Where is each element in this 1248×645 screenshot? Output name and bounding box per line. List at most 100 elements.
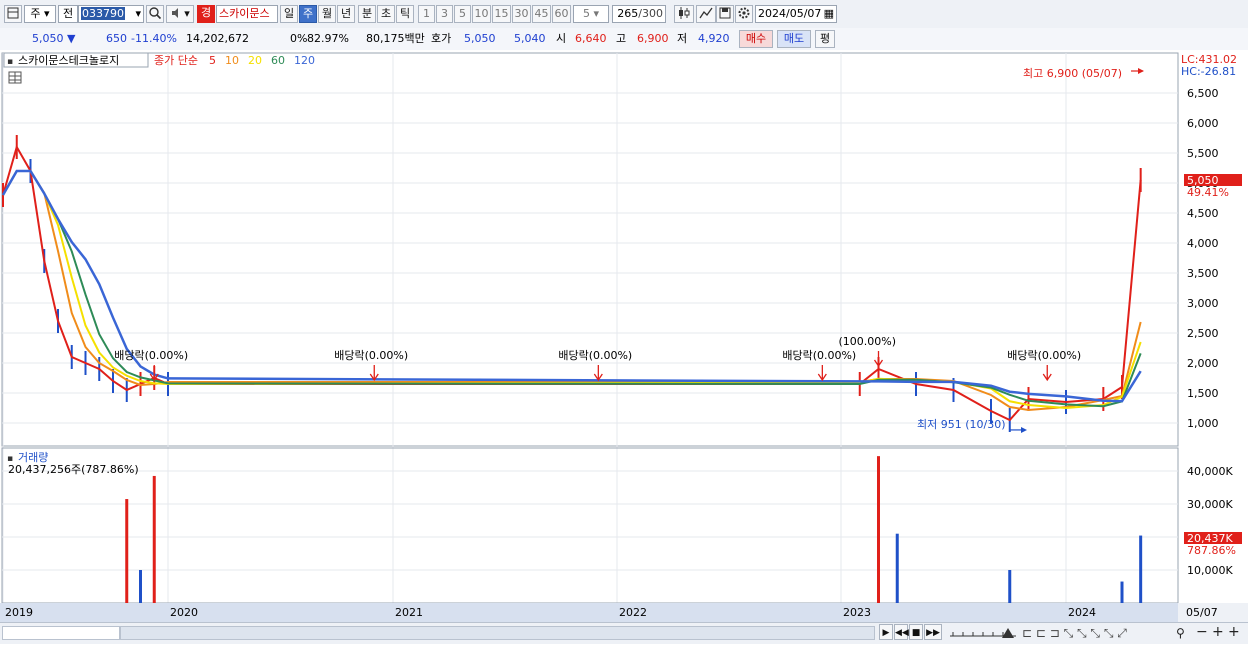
volume-tick-label: 10,000K (1187, 564, 1233, 577)
minute-option-button[interactable]: 45 (532, 5, 551, 23)
x-tick-label: 2019 (5, 606, 33, 619)
save-icon[interactable] (716, 5, 734, 23)
gear-icon[interactable] (735, 5, 753, 23)
minute-option-button[interactable]: 10 (472, 5, 491, 23)
count-total: /300 (638, 7, 663, 20)
fast-forward-icon[interactable]: ▶▶ (924, 624, 942, 640)
interval-tick-button[interactable]: 틱 (396, 5, 414, 23)
price-change-pct-value: -11.40% (131, 32, 177, 45)
current-price: 5,050 ▼ (32, 31, 75, 47)
volume-bar (895, 533, 899, 603)
interval-minute-button[interactable]: 분 (358, 5, 376, 23)
market-type-select[interactable]: 주 ▾ (24, 5, 56, 23)
crosshair-icon[interactable]: + (1212, 624, 1224, 640)
chart-kind-button[interactable]: 전 (58, 5, 78, 23)
rewind-icon[interactable]: ◀◀ (894, 624, 909, 640)
ma-legend-item: 120 (294, 54, 315, 67)
price-tick-label: 1,000 (1187, 417, 1219, 430)
price-tick-label: 3,000 (1187, 297, 1219, 310)
turnover-ratio-value: 82.97% (307, 32, 349, 45)
ma-legend-item: 5 (209, 54, 216, 67)
price-tick-label: 4,500 (1187, 207, 1219, 220)
layout-icon[interactable] (4, 5, 22, 23)
warning-pill-label: 경 (200, 6, 212, 19)
price-tick-label: 4,000 (1187, 237, 1219, 250)
event-label: 배당락(0.00%) (782, 349, 856, 362)
calendar-icon[interactable]: ▦ (824, 6, 834, 22)
evaluate-button-label: 평 (819, 32, 831, 45)
scroll-thumb[interactable] (120, 626, 875, 640)
turnover-ratio: 82.97% (307, 31, 349, 47)
minute-option-label: 3 (441, 7, 448, 20)
bid-price-value: 5,040 (514, 32, 546, 45)
minute-option-button[interactable]: 30 (512, 5, 531, 23)
price-tick-label: 6,500 (1187, 87, 1219, 100)
volume-bar (139, 570, 142, 603)
period-label: 주 (302, 7, 314, 20)
stop-icon[interactable]: ■ (909, 624, 923, 640)
speaker-icon[interactable]: ▾ (166, 5, 194, 23)
volume-bar (152, 475, 156, 603)
down-arrow-icon: ▼ (67, 32, 76, 45)
draw-tools-icon[interactable]: ⊏ ⊏ ⊐ ⤡ ⤡ ⤡ ⤡ ⤢ (1022, 625, 1127, 641)
x-tick-label: 2022 (619, 606, 647, 619)
zoom-out-icon[interactable]: − (1196, 624, 1208, 640)
stock-chart[interactable]: 6,5006,0005,5005,0004,5004,0003,5003,000… (0, 50, 1248, 622)
stock-code-input[interactable]: 033790 ▾ (78, 5, 144, 23)
minute-option-button[interactable]: 15 (492, 5, 511, 23)
period-year-button[interactable]: 년 (337, 5, 355, 23)
evaluate-button[interactable]: 평 (815, 30, 835, 48)
volume-bar (1120, 581, 1124, 603)
price-tick-label: 6,000 (1187, 117, 1219, 130)
stock-name-field[interactable]: 스카이문스 (216, 5, 278, 23)
price-tick-label: 1,500 (1187, 387, 1219, 400)
chart-status-bar: ▶ ◀◀ ■ ▶▶ ⊏ ⊏ ⊐ ⤡ ⤡ ⤡ ⤡ ⤢ ⚲ − + + (0, 622, 1248, 644)
x-last-label: 05/07 (1186, 606, 1218, 619)
minute-option-label: 1 (423, 7, 430, 20)
trade-amount-value: 80,175백만 (366, 32, 425, 45)
price-tick-label: 2,000 (1187, 357, 1219, 370)
search-icon[interactable] (146, 5, 164, 23)
price-change-pct: -11.40% (131, 31, 177, 47)
zoom-slider[interactable] (948, 626, 1018, 640)
scroll-right-icon[interactable]: ▶ (879, 624, 893, 640)
minute-option-button[interactable]: 3 (436, 5, 453, 23)
period-day-button[interactable]: 일 (280, 5, 298, 23)
price-tick-label: 3,500 (1187, 267, 1219, 280)
quote-bar: 5,050 ▼ 650 -11.40% 14,202,672 0% 82.97%… (0, 28, 1248, 51)
volume-tick-label: 30,000K (1187, 498, 1233, 511)
open-price-value: 6,640 (575, 32, 607, 45)
period-week-button[interactable]: 주 (299, 5, 317, 23)
minute-option-button[interactable]: 60 (552, 5, 571, 23)
chevron-down-icon: ▾ (593, 7, 600, 20)
x-tick-label: 2024 (1068, 606, 1096, 619)
count-value: 265 (617, 7, 639, 20)
bid-label: 호가 (431, 31, 451, 47)
zoom-icon[interactable]: ⚲ (1176, 625, 1185, 641)
interval-second-button[interactable]: 초 (377, 5, 395, 23)
minute-option-button[interactable]: 1 (418, 5, 435, 23)
count-input[interactable]: 265/300 (612, 5, 666, 23)
event-label: (100.00%) (839, 335, 897, 348)
price-change-value: 650 (106, 32, 127, 45)
candle-type-icon[interactable] (674, 5, 694, 23)
scroll-track[interactable] (2, 626, 120, 640)
period-month-button[interactable]: 월 (318, 5, 336, 23)
date-input[interactable]: 2024/05/07 ▦ (755, 5, 837, 23)
chevron-down-icon: ▾ (44, 7, 50, 20)
minute-option-label: 10 (474, 7, 489, 20)
chevron-down-icon: ▾ (135, 7, 141, 20)
sell-button[interactable]: 매도 (777, 30, 811, 48)
ma-legend-item: 60 (271, 54, 285, 67)
low-price-value: 4,920 (698, 32, 730, 45)
zoom-in-icon[interactable]: + (1228, 624, 1240, 640)
ma-legend-item: 10 (225, 54, 239, 67)
x-tick-label: 2021 (395, 606, 423, 619)
buy-button[interactable]: 매수 (739, 30, 773, 48)
high-annotation: 최고 6,900 (05/07) (1023, 67, 1122, 80)
period-label: 월 (321, 7, 333, 20)
minute-select[interactable]: 5 ▾ (573, 5, 609, 23)
minute-option-label: 60 (554, 7, 569, 20)
minute-option-button[interactable]: 5 (454, 5, 471, 23)
draw-tool-icon[interactable] (696, 5, 716, 23)
